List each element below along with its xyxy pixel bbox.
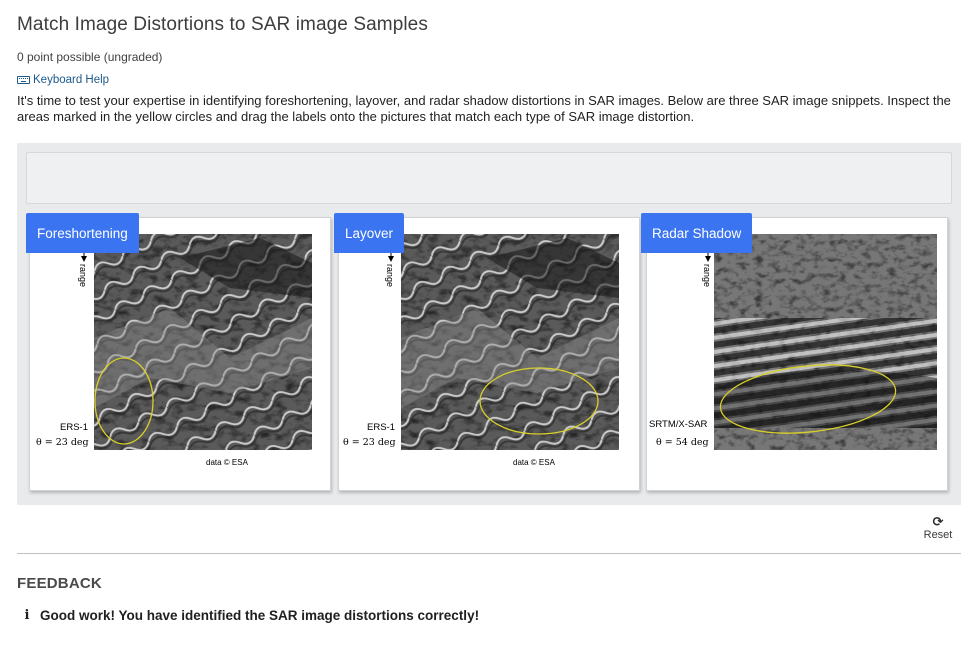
sensor-text: ERS-1 (60, 422, 88, 433)
drop-zone-foreshortening[interactable]: range ERS-1 θ = 23 deg data © ESA (29, 217, 331, 491)
draggable-label-foreshortening[interactable]: Foreshortening (26, 213, 139, 253)
draggable-label-radar-shadow[interactable]: Radar Shadow (641, 213, 753, 253)
credit-text: data © ESA (206, 458, 249, 467)
keyboard-icon (17, 76, 30, 84)
points-text: 0 point possible (ungraded) (17, 50, 163, 64)
sensor-text: ERS-1 (367, 422, 395, 433)
reset-button[interactable]: ⟳ Reset (920, 514, 956, 542)
keyboard-help-label: Keyboard Help (33, 74, 110, 86)
feedback-title: FEEDBACK (17, 575, 102, 592)
problem-description: It's time to test your expertise in iden… (17, 93, 951, 124)
range-text: range (78, 264, 88, 287)
drop-zone-layover[interactable]: range ERS-1 θ = 23 deg data © ESA (338, 217, 640, 491)
keyboard-help-link[interactable]: Keyboard Help (17, 74, 109, 86)
sensor-text: SRTM/X-SAR (649, 419, 708, 430)
divider (17, 553, 961, 554)
angle-text: θ = 23 deg (36, 437, 89, 448)
sar-image-layover: range ERS-1 θ = 23 deg data © ESA (343, 234, 619, 467)
problem-title: Match Image Distortions to SAR image Sam… (17, 14, 428, 35)
feedback-text: Good work! You have identified the SAR i… (40, 608, 480, 623)
refresh-icon: ⟳ (932, 514, 944, 529)
range-text: range (385, 264, 395, 287)
feedback-message: i Good work! You have identified the SAR… (24, 608, 480, 623)
info-icon: i (24, 608, 30, 623)
range-text: range (702, 264, 712, 287)
sar-image-radar-shadow: range SRTM/X-SAR θ = 54 deg (649, 234, 937, 450)
angle-text: θ = 23 deg (343, 437, 396, 448)
credit-text: data © ESA (513, 458, 556, 467)
drag-and-drop-area: range ERS-1 θ = 23 deg data © ESA range … (17, 143, 961, 505)
angle-text: θ = 54 deg (656, 437, 709, 448)
draggable-label-layover[interactable]: Layover (334, 213, 405, 253)
reset-label: Reset (923, 529, 953, 541)
sar-image-foreshortening: range ERS-1 θ = 23 deg data © ESA (36, 234, 312, 467)
label-tray[interactable] (26, 152, 952, 204)
drop-zone-radar-shadow[interactable]: range SRTM/X-SAR θ = 54 deg (646, 217, 948, 491)
